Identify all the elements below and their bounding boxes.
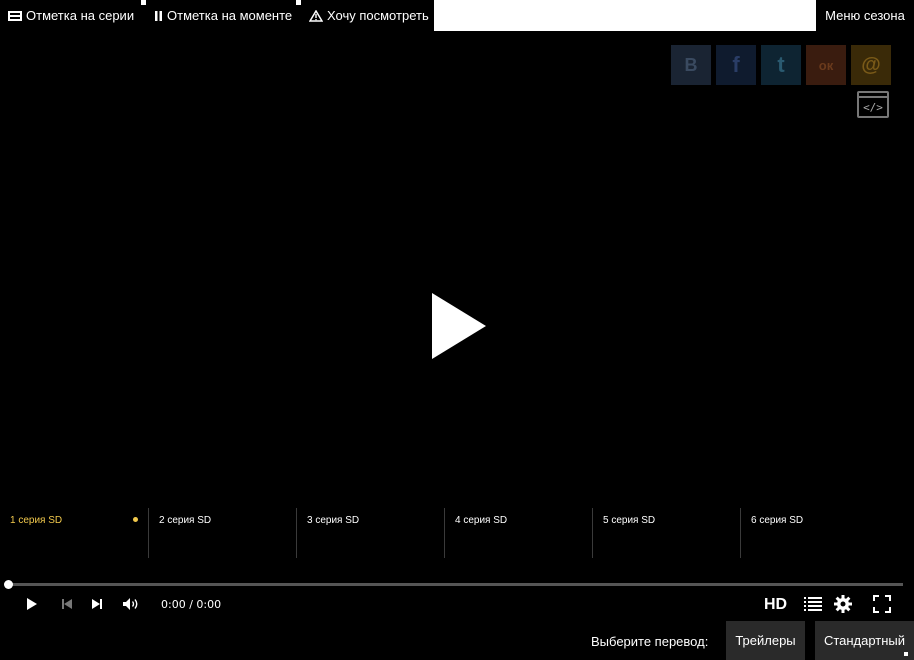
episode-item[interactable]: 5 серия SD — [592, 508, 740, 558]
translation-option-label: Трейлеры — [735, 633, 796, 648]
facebook-icon: f — [732, 52, 740, 77]
ticket-icon — [8, 10, 22, 21]
tab-want-watch[interactable]: Хочу посмотреть — [301, 0, 434, 31]
odnoklassniki-share-button[interactable]: ок — [806, 45, 846, 85]
episode-item[interactable]: 1 серия SD — [0, 508, 148, 558]
tab-want-watch-label: Хочу посмотреть — [327, 8, 429, 23]
tab-mark-moment[interactable]: Отметка на моменте — [146, 0, 296, 31]
mailru-icon: @ — [861, 53, 881, 76]
gear-icon — [834, 595, 852, 613]
progress-handle[interactable] — [4, 580, 13, 589]
vk-icon: B — [684, 54, 698, 75]
skip-forward-icon — [92, 599, 102, 609]
settings-button[interactable] — [833, 594, 853, 614]
vk-share-button[interactable]: B — [671, 45, 711, 85]
share-bar: B f t ок @ — [671, 45, 896, 85]
episode-list: 1 серия SD 2 серия SD 3 серия SD 4 серия… — [0, 508, 914, 558]
volume-icon — [123, 598, 138, 610]
quality-button[interactable]: HD — [764, 596, 787, 614]
tab-mark-series[interactable]: Отметка на серии — [0, 0, 141, 31]
tab-mark-moment-label: Отметка на моменте — [167, 8, 293, 23]
pause-icon — [154, 10, 163, 21]
time-display: 0:00 / 0:00 — [161, 598, 222, 611]
progress-bar[interactable] — [4, 580, 903, 589]
fullscreen-icon — [873, 595, 891, 613]
episode-label: 6 серия SD — [751, 515, 804, 526]
odnoklassniki-icon: ок — [818, 57, 834, 73]
big-play-button[interactable] — [432, 293, 486, 359]
resize-grip-icon — [904, 652, 908, 656]
translation-option-standard[interactable]: Стандартный — [815, 621, 914, 660]
playlist-button[interactable] — [803, 595, 823, 613]
episode-label: 4 серия SD — [455, 515, 508, 526]
episode-label: 3 серия SD — [307, 515, 360, 526]
fullscreen-button[interactable] — [872, 594, 892, 614]
twitter-share-button[interactable]: t — [761, 45, 801, 85]
play-button[interactable] — [24, 596, 40, 612]
top-bar-gap — [434, 0, 816, 31]
previous-button[interactable] — [59, 596, 75, 612]
episode-label: 5 серия SD — [603, 515, 656, 526]
top-bar: Отметка на серии Отметка на моменте Хочу… — [0, 0, 914, 31]
twitter-icon: t — [777, 52, 785, 77]
season-menu-label: Меню сезона — [825, 8, 905, 23]
facebook-share-button[interactable]: f — [716, 45, 756, 85]
translation-option-label: Стандартный — [823, 633, 906, 648]
list-icon — [804, 597, 822, 611]
translation-option-trailers[interactable]: Трейлеры — [726, 621, 805, 660]
tab-mark-series-label: Отметка на серии — [26, 8, 135, 23]
next-button[interactable] — [89, 596, 105, 612]
skip-back-icon — [62, 599, 72, 609]
episode-label: 1 серия SD — [10, 515, 63, 526]
season-menu-button[interactable]: Меню сезона — [816, 0, 914, 31]
play-icon — [27, 598, 37, 610]
warning-icon — [309, 9, 323, 22]
code-icon: </> — [863, 101, 883, 114]
active-dot-icon — [133, 517, 138, 522]
video-player: Отметка на серии Отметка на моменте Хочу… — [0, 0, 914, 660]
episode-item[interactable]: 6 серия SD — [740, 508, 888, 558]
episode-label: 2 серия SD — [159, 515, 212, 526]
episode-item[interactable]: 2 серия SD — [148, 508, 296, 558]
mailru-share-button[interactable]: @ — [851, 45, 891, 85]
translation-label: Выберите перевод: — [591, 634, 709, 649]
episode-item[interactable]: 4 серия SD — [444, 508, 592, 558]
embed-code-button[interactable]: </> — [857, 91, 889, 118]
episode-item[interactable]: 3 серия SD — [296, 508, 444, 558]
volume-button[interactable] — [121, 595, 141, 613]
